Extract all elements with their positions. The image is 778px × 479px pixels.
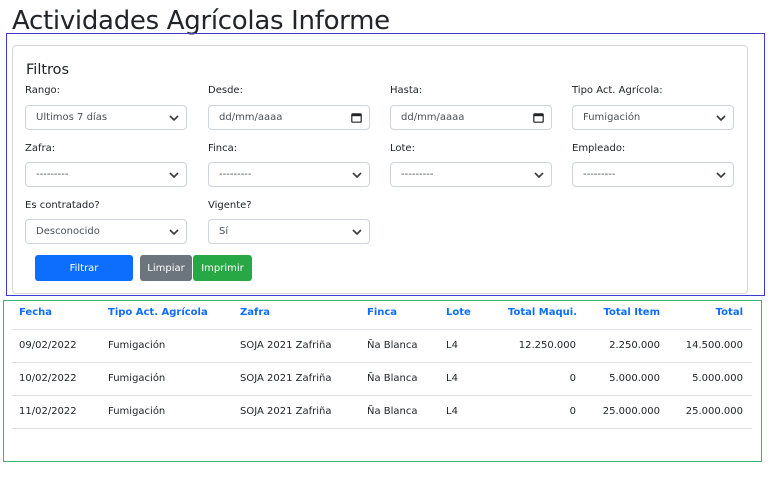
row-divider	[12, 428, 752, 429]
filtrar-button[interactable]: Filtrar	[35, 255, 133, 281]
empleado-select[interactable]: ---------	[572, 162, 734, 187]
contratado-label: Es contratado?	[25, 200, 100, 211]
header-total-item[interactable]: Total Item	[603, 307, 660, 318]
cell-tipo: Fumigación	[108, 406, 166, 417]
cell-total-maqui: 0	[569, 373, 576, 384]
lote-label: Lote:	[390, 143, 415, 154]
header-total[interactable]: Total	[716, 307, 743, 318]
cell-finca: Ña Blanca	[367, 406, 418, 417]
chevron-down-icon	[716, 114, 726, 121]
hasta-value: dd/mm/aaaa	[401, 112, 465, 123]
header-fecha[interactable]: Fecha	[19, 307, 52, 318]
cell-total-item: 5.000.000	[609, 373, 660, 384]
cell-total: 25.000.000	[685, 406, 743, 417]
lote-select[interactable]: ---------	[390, 162, 552, 187]
row-divider	[12, 395, 752, 396]
vigente-select[interactable]: Sí	[208, 219, 370, 244]
contratado-select[interactable]: Desconocido	[25, 219, 187, 244]
empleado-label: Empleado:	[572, 143, 626, 154]
header-finca[interactable]: Finca	[367, 307, 397, 318]
cell-zafra: SOJA 2021 Zafriña	[240, 373, 332, 384]
cell-zafra: SOJA 2021 Zafriña	[240, 340, 332, 351]
header-zafra[interactable]: Zafra	[240, 307, 270, 318]
cell-finca: Ña Blanca	[367, 340, 418, 351]
desde-date-input[interactable]: dd/mm/aaaa	[208, 105, 370, 130]
cell-zafra: SOJA 2021 Zafriña	[240, 406, 332, 417]
desde-label: Desde:	[208, 85, 243, 96]
hasta-label: Hasta:	[390, 85, 423, 96]
desde-value: dd/mm/aaaa	[219, 112, 283, 123]
hasta-date-input[interactable]: dd/mm/aaaa	[390, 105, 552, 130]
cell-lote: L4	[446, 406, 458, 417]
calendar-icon[interactable]	[533, 112, 544, 123]
imprimir-button[interactable]: Imprimir	[193, 255, 252, 281]
chevron-down-icon	[169, 114, 179, 121]
rango-value: Últimos 7 días	[36, 112, 108, 123]
cell-lote: L4	[446, 340, 458, 351]
zafra-value: ---------	[36, 169, 69, 180]
rango-select[interactable]: Últimos 7 días	[25, 105, 187, 130]
rango-label: Rango:	[25, 85, 61, 96]
tipo-select[interactable]: Fumigación	[572, 105, 734, 130]
cell-tipo: Fumigación	[108, 340, 166, 351]
cell-fecha: 11/02/2022	[19, 406, 77, 417]
contratado-value: Desconocido	[36, 226, 100, 237]
cell-total: 5.000.000	[692, 373, 743, 384]
finca-select[interactable]: ---------	[208, 162, 370, 187]
header-tipo[interactable]: Tipo Act. Agrícola	[108, 307, 208, 318]
calendar-icon[interactable]	[351, 112, 362, 123]
chevron-down-icon	[716, 171, 726, 178]
chevron-down-icon	[534, 171, 544, 178]
chevron-down-icon	[352, 171, 362, 178]
finca-value: ---------	[219, 169, 252, 180]
lote-value: ---------	[401, 169, 434, 180]
row-divider	[12, 362, 752, 363]
cell-fecha: 09/02/2022	[19, 340, 77, 351]
cell-total: 14.500.000	[685, 340, 743, 351]
tipo-label: Tipo Act. Agrícola:	[572, 85, 663, 96]
header-total-maqui[interactable]: Total Maqui.	[508, 307, 577, 318]
chevron-down-icon	[169, 171, 179, 178]
cell-total-maqui: 0	[569, 406, 576, 417]
header-lote[interactable]: Lote	[446, 307, 471, 318]
tipo-value: Fumigación	[583, 112, 641, 123]
chevron-down-icon	[169, 228, 179, 235]
cell-total-item: 25.000.000	[602, 406, 660, 417]
cell-tipo: Fumigación	[108, 373, 166, 384]
cell-lote: L4	[446, 373, 458, 384]
empleado-value: ---------	[583, 169, 616, 180]
cell-total-maqui: 12.250.000	[518, 340, 576, 351]
filters-title: Filtros	[26, 62, 70, 78]
header-divider	[12, 329, 752, 330]
page-title: Actividades Agrícolas Informe	[12, 6, 390, 36]
zafra-select[interactable]: ---------	[25, 162, 187, 187]
cell-fecha: 10/02/2022	[19, 373, 77, 384]
vigente-label: Vigente?	[208, 200, 252, 211]
cell-total-item: 2.250.000	[609, 340, 660, 351]
vigente-value: Sí	[219, 226, 229, 237]
chevron-down-icon	[352, 228, 362, 235]
limpiar-button[interactable]: Limpiar	[140, 255, 192, 281]
finca-label: Finca:	[208, 143, 238, 154]
zafra-label: Zafra:	[25, 143, 56, 154]
cell-finca: Ña Blanca	[367, 373, 418, 384]
